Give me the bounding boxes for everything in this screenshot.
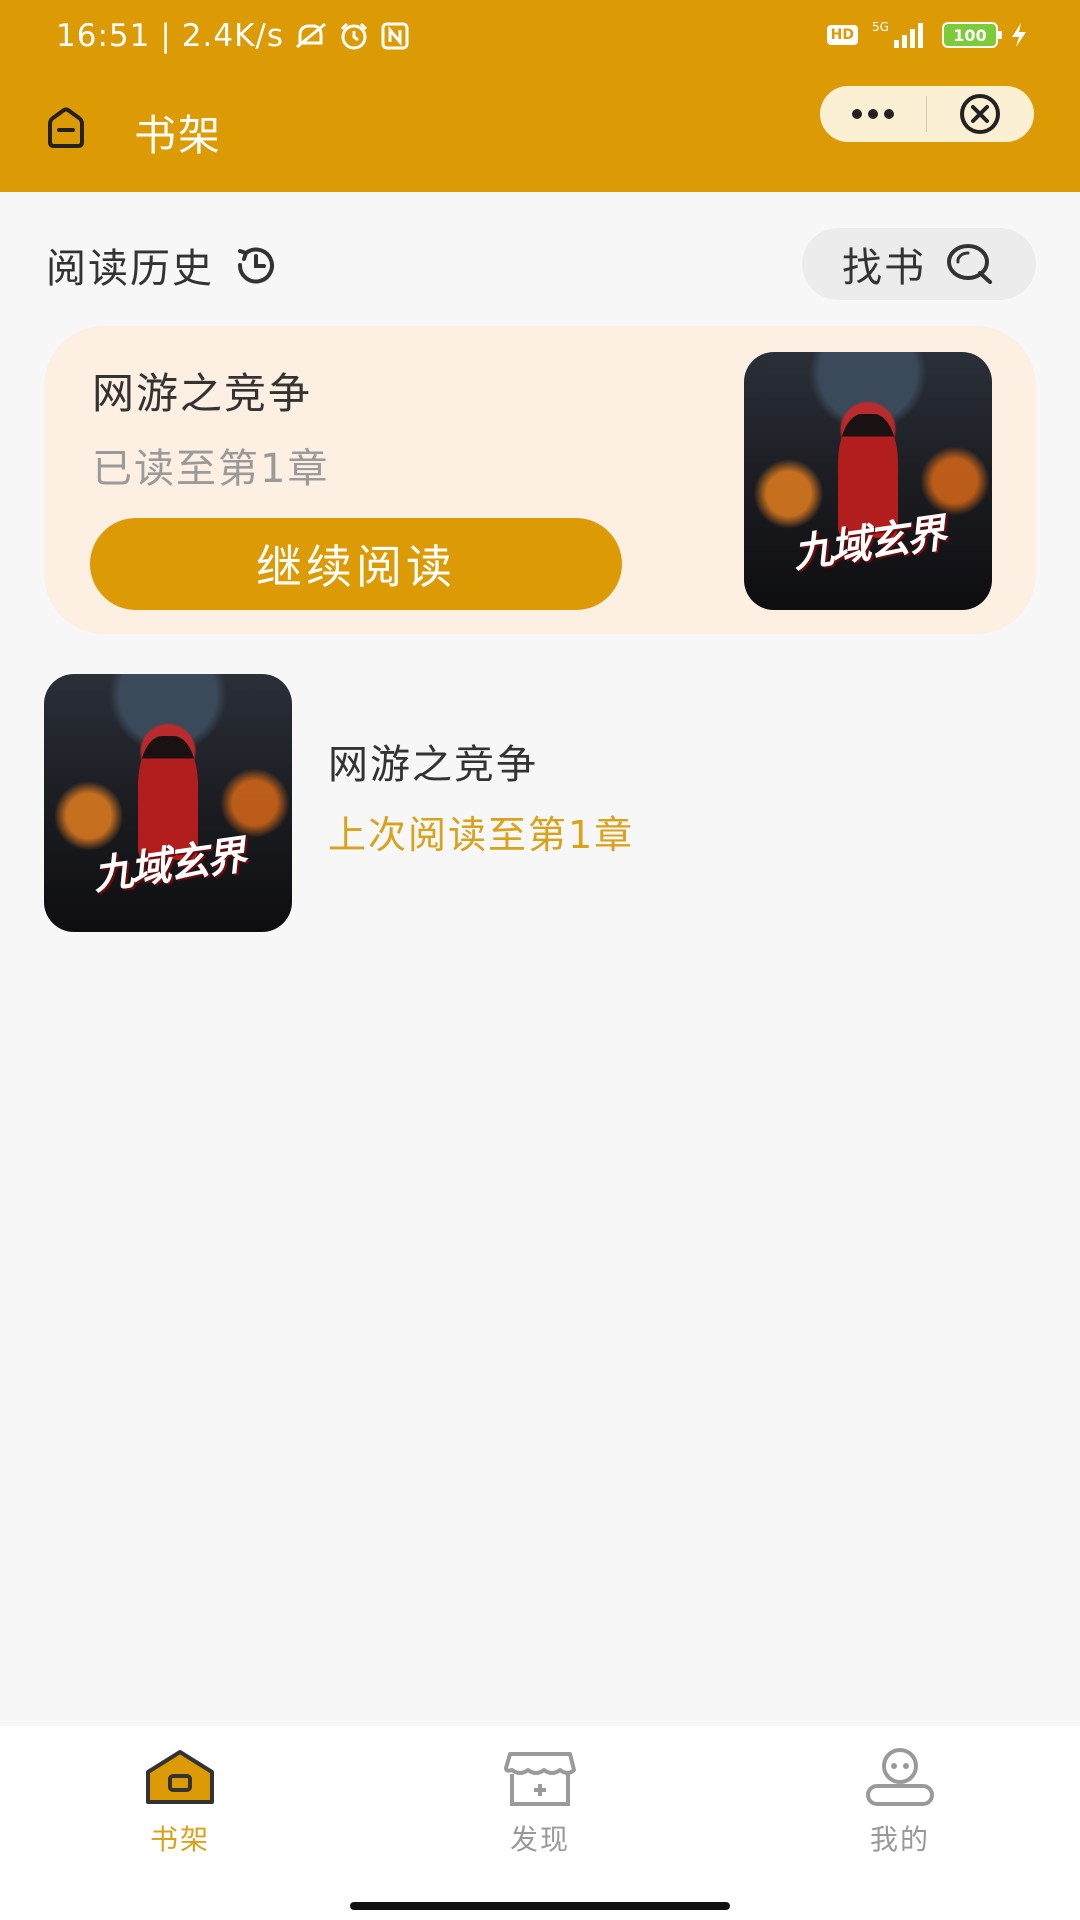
card-book-title: 网游之竞争: [92, 369, 313, 418]
tab-label: 我的: [869, 1823, 930, 1856]
battery-icon: 100: [942, 22, 1002, 48]
tab-label: 书架: [149, 1823, 210, 1856]
profile-icon: [866, 1748, 934, 1806]
tab-label: 发现: [509, 1823, 570, 1856]
mini-program-capsule: [820, 86, 1034, 142]
bookshelf-icon: [146, 1750, 214, 1804]
nav-bar: 书架: [0, 80, 1080, 192]
book-title: 网游之竞争: [328, 742, 538, 788]
hd-icon: HD: [826, 25, 858, 45]
signal-icon: 5G: [870, 20, 930, 50]
status-time: 16:51: [56, 18, 151, 54]
reading-history-header[interactable]: 阅读历史: [46, 236, 280, 294]
close-icon: [960, 94, 1000, 134]
store-icon: [504, 1752, 576, 1806]
book-last-read: 上次阅读至第1章: [328, 813, 635, 857]
status-divider: |: [160, 18, 172, 54]
network-label: 5G: [872, 20, 889, 34]
status-bar: 16:51 | 2.4K/s HD 5G 100: [0, 0, 1080, 80]
cover-title-art: 九域玄界: [789, 509, 948, 578]
charging-icon: [1010, 22, 1028, 48]
reading-history-label: 阅读历史: [46, 246, 214, 292]
more-icon: [852, 109, 894, 119]
book-cover[interactable]: 九域玄界: [44, 674, 292, 932]
home-indicator[interactable]: [350, 1902, 730, 1910]
mute-icon: [294, 21, 328, 51]
page-title: 书架: [134, 111, 223, 160]
close-button[interactable]: [927, 86, 1033, 142]
home-icon[interactable]: [44, 106, 88, 150]
continue-reading-button[interactable]: 继续阅读: [90, 518, 622, 610]
history-icon: [232, 241, 280, 289]
more-button[interactable]: [820, 86, 926, 142]
bottom-tab-bar: 书架 发现 我的: [0, 1726, 1080, 1920]
card-book-cover[interactable]: 九域玄界: [744, 352, 992, 610]
battery-level: 100: [953, 25, 987, 45]
tab-profile[interactable]: 我的: [800, 1748, 1000, 1868]
tab-bookshelf[interactable]: 书架: [80, 1748, 280, 1868]
card-reading-progress: 已读至第1章: [92, 446, 330, 492]
cover-title-art: 九域玄界: [89, 831, 248, 900]
search-icon: [944, 240, 996, 288]
find-book-button[interactable]: 找书: [802, 228, 1036, 300]
nfc-icon: [380, 21, 410, 51]
status-left: 16:51 | 2.4K/s: [56, 18, 410, 54]
status-speed: 2.4K/s: [181, 18, 285, 54]
alarm-icon: [338, 21, 370, 51]
find-book-label: 找书: [842, 245, 926, 291]
tab-discover[interactable]: 发现: [440, 1748, 640, 1868]
list-item[interactable]: 九域玄界 网游之竞争 上次阅读至第1章: [44, 674, 1036, 932]
status-right: HD 5G 100: [826, 20, 1028, 50]
continue-reading-card[interactable]: 网游之竞争 已读至第1章 继续阅读 九域玄界: [44, 326, 1036, 634]
